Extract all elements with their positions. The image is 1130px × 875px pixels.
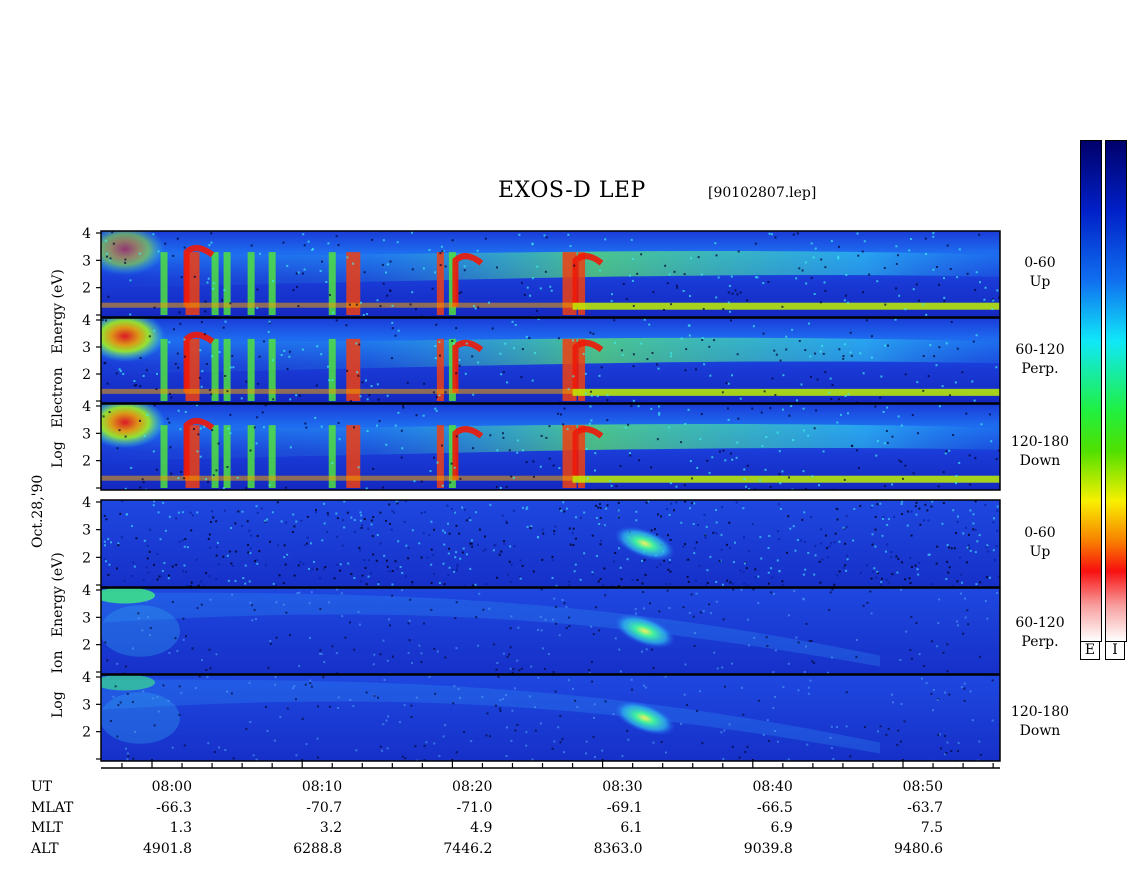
ephemeris-value: -63.7 [907,800,943,816]
ephemeris-row-label: MLAT [31,800,74,816]
ephemeris-value: 7.5 [920,820,943,836]
direction-label: Perp. [1021,634,1059,650]
pitch-angle-range: 0-60 [1024,525,1056,541]
ephemeris-value: 08:30 [602,779,643,795]
ephemeris-value: 1.3 [169,820,192,836]
y-tick-label: 4 [82,226,91,242]
ion-y-axis-label: Log Ion Energy (eV) [50,552,66,718]
y-tick-label: 4 [82,399,91,415]
ephemeris-row-label: MLT [31,820,63,836]
ephemeris-value: -70.7 [306,800,343,816]
ion-panel-0 [100,499,1001,588]
electron-panel-label-1: 60-120 Perp. [1005,341,1075,379]
burst-mark [91,339,98,401]
burst-mark [91,252,98,315]
electron-panel-0 [91,230,1001,318]
y-tick-label: 3 [82,426,91,442]
y-tick-label: 2 [82,638,91,654]
ephemeris-value: 6.9 [770,820,793,836]
panel-background [101,500,1000,587]
ephemeris-value: 3.2 [319,820,343,836]
ephemeris-value: 8363.0 [593,841,643,857]
electron-y-axis-label: Log Electron Energy (eV) [50,269,66,468]
y-tick-label: 4 [82,495,91,511]
y-tick-label: 2 [82,454,91,470]
burst-mark [91,425,98,488]
electron-panel-2 [91,403,1001,491]
low-energy-line [572,388,1000,396]
ephemeris-value: -69.1 [606,800,643,816]
y-tick-label: 2 [82,550,91,566]
y-tick-label: 3 [82,697,91,713]
y-tick-label: 3 [82,610,91,626]
y-tick-label: 2 [82,281,91,297]
ephemeris-value: 08:50 [902,779,943,795]
pitch-angle-range: 60-120 [1015,342,1065,358]
ion-panel-2 [100,674,1001,762]
low-energy-line [572,475,1000,483]
ion-colorbar [1105,140,1127,642]
ephemeris-value: 7446.2 [443,841,493,857]
pitch-angle-range: 0-60 [1024,255,1056,271]
ephemeris-row-label: ALT [31,841,59,857]
electron-panel-1 [91,317,1001,404]
electron-colorbar-label: E [1080,641,1100,660]
direction-label: Up [1029,544,1051,560]
ephemeris-value: 4.9 [470,820,493,836]
ephemeris-value: 6.1 [620,820,643,836]
y-tick-label: 2 [82,725,91,741]
ephemeris-value: -71.0 [456,800,493,816]
ion-panel-label-0: 0-60 Up [1005,524,1075,562]
pitch-angle-range: 60-120 [1015,615,1065,631]
ion-colorbar-label: I [1105,641,1125,660]
direction-label: Perp. [1021,361,1059,377]
ion-panel-1 [100,587,1001,675]
ephemeris-value: -66.5 [756,800,793,816]
direction-label: Up [1029,274,1051,290]
y-tick-label: 2 [82,367,91,383]
electron-panel-label-2: 120-180 Down [1005,433,1075,471]
ephemeris-value: 9480.6 [894,841,943,857]
electron-colorbar [1080,140,1102,642]
electron-panel-label-0: 0-60 Up [1005,254,1075,292]
y-tick-label: 3 [82,340,91,356]
pitch-angle-range: 120-180 [1010,434,1070,450]
y-tick-label: 3 [82,523,91,539]
direction-label: Down [1019,723,1061,739]
y-tick-label: 4 [82,583,91,599]
spectrogram-plot: 2 3 4 2 3 4 2 3 4 2 3 4 2 3 4 2 3 4 [82,226,1001,769]
ephemeris-value: 08:40 [752,779,793,795]
y-tick-label: 4 [82,313,91,329]
ion-panel-label-2: 120-180 Down [1005,703,1075,741]
date-label: Oct.28,'90 [30,474,46,548]
y-tick-label: 4 [82,670,91,686]
ephemeris-value: 08:10 [301,779,343,795]
ephemeris-value: 4901.8 [143,841,192,857]
low-energy-line [572,302,1000,310]
ephemeris-value: 08:20 [452,779,493,795]
ephemeris-value: 9039.8 [743,841,793,857]
ephemeris-value: -66.3 [156,800,192,816]
ephemeris-row-label: UT [31,779,53,795]
pitch-angle-range: 120-180 [1010,704,1070,720]
ephemeris-value: 08:00 [151,779,192,795]
direction-label: Down [1019,453,1061,469]
y-tick-label: 3 [82,253,91,269]
ephemeris-value: 6288.8 [293,841,343,857]
ion-panel-label-1: 60-120 Perp. [1005,614,1075,652]
